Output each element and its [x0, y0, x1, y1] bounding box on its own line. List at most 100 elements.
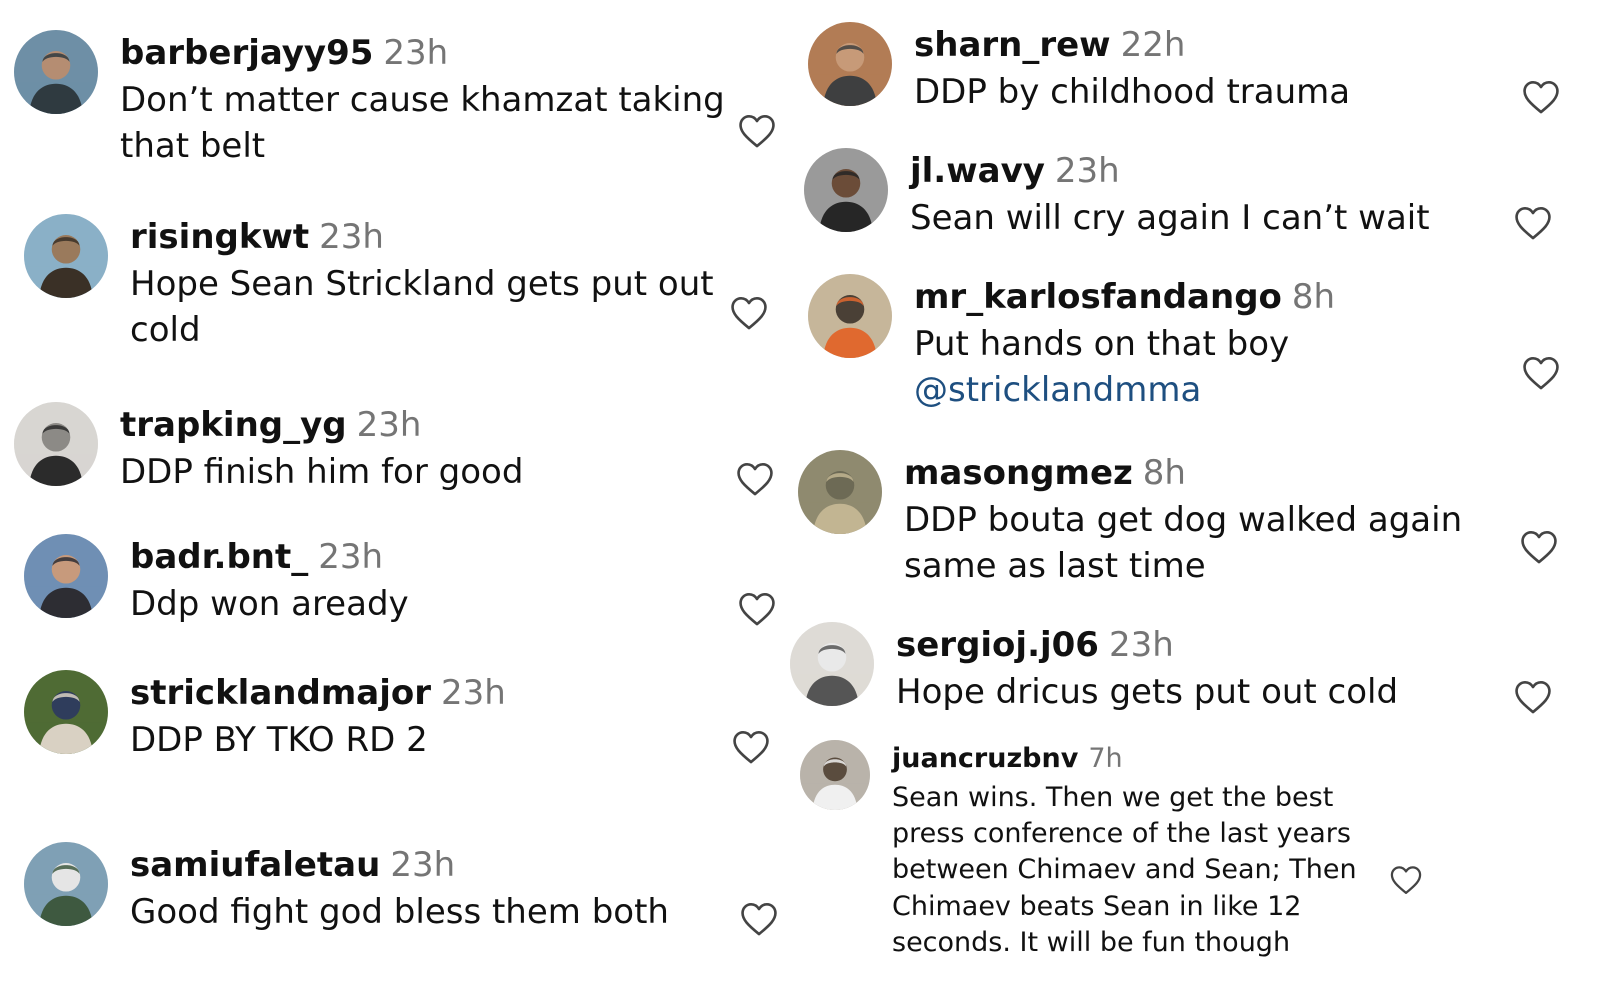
timestamp: 22h — [1120, 25, 1186, 65]
man-city-avatar[interactable] — [24, 534, 108, 618]
comment-header: stricklandmajor 23h — [130, 670, 506, 716]
comment-item: jl.wavy 23h Sean will cry again I can’t wa… — [804, 148, 1430, 242]
comment-item: sergioj.j06 23h Hope dricus gets put out c… — [790, 622, 1398, 716]
username-link[interactable]: jl.wavy — [910, 151, 1045, 191]
man-white-shirt-avatar[interactable] — [800, 740, 870, 810]
heart-outline-icon[interactable] — [1388, 862, 1424, 898]
username-link[interactable]: risingkwt — [130, 217, 309, 257]
comment-body: samiufaletau 23h Good fight god bless them… — [130, 842, 669, 936]
heart-outline-icon[interactable] — [734, 458, 776, 500]
timestamp: 23h — [1108, 625, 1174, 665]
bearded-man-avatar[interactable] — [804, 148, 888, 232]
comment-header: risingkwt 23h — [130, 214, 714, 260]
comment-item: trapking_yg 23h DDP finish him for good — [14, 402, 523, 496]
man-arms-crossed-avatar[interactable] — [808, 22, 892, 106]
username-link[interactable]: sergioj.j06 — [896, 625, 1099, 665]
comment-body: jl.wavy 23h Sean will cry again I can’t wa… — [910, 148, 1430, 242]
comment-text-line: between Chimaev and Sean; Then — [892, 854, 1357, 886]
heart-outline-icon[interactable] — [738, 898, 780, 940]
comment-body: masongmez 8h DDP bouta get dog walked agai… — [904, 450, 1462, 589]
comment-body: sharn_rew 22h DDP by childhood trauma — [914, 22, 1350, 116]
timestamp: 23h — [318, 537, 384, 577]
comment-item: mr_karlosfandango 8h Put hands on that boy… — [808, 274, 1335, 413]
timestamp: 8h — [1142, 453, 1186, 493]
comment-header: sergioj.j06 23h — [896, 622, 1398, 668]
heart-outline-icon[interactable] — [1520, 352, 1562, 394]
comment-text: Sean will cry again I can’t wait — [910, 196, 1430, 242]
heart-outline-icon[interactable] — [1520, 76, 1562, 118]
comment-text-line: Sean will cry again I can’t wait — [910, 198, 1430, 238]
timestamp: 23h — [1054, 151, 1120, 191]
comment-item: samiufaletau 23h Good fight god bless them… — [24, 842, 669, 936]
comment-body: trapking_yg 23h DDP finish him for good — [120, 402, 523, 496]
comment-text-line: Good fight god bless them both — [130, 892, 669, 932]
heart-outline-icon[interactable] — [1512, 676, 1554, 718]
comment-text-line: seconds. It will be fun though — [892, 926, 1291, 958]
comment-text-line: Chimaev beats Sean in like 12 — [892, 890, 1302, 922]
comment-header: trapking_yg 23h — [120, 402, 523, 448]
comment-item: juancruzbnv 7h Sean wins. Then we get the … — [800, 740, 1357, 961]
heart-outline-icon[interactable] — [730, 726, 772, 768]
comment-header: mr_karlosfandango 8h — [914, 274, 1335, 320]
comment-text-line: DDP by childhood trauma — [914, 72, 1351, 112]
comment-text: Sean wins. Then we get the best press con… — [892, 780, 1357, 961]
comment-body: risingkwt 23h Hope Sean Strickland gets pu… — [130, 214, 714, 353]
soldiers-hugging-avatar[interactable] — [798, 450, 882, 534]
comment-header: badr.bnt_ 23h — [130, 534, 409, 580]
man-in-hat-avatar[interactable] — [24, 214, 108, 298]
comment-text-line: DDP bouta get dog walked again — [904, 500, 1463, 540]
mention-link[interactable]: @stricklandmma — [914, 368, 1335, 414]
comment-text-line: Sean wins. Then we get the best — [892, 782, 1334, 813]
comment-text-line: Hope dricus gets put out cold — [896, 672, 1399, 712]
comment-text-line: same as last time — [904, 545, 1206, 586]
comment-header: juancruzbnv 7h — [892, 740, 1357, 778]
comment-text-line: DDP BY TKO RD 2 — [130, 720, 428, 760]
heart-outline-icon[interactable] — [736, 588, 778, 630]
comment-text: DDP bouta get dog walked again same as la… — [904, 498, 1462, 589]
heart-outline-icon[interactable] — [1518, 526, 1560, 568]
comment-item: badr.bnt_ 23h Ddp won aready — [24, 534, 409, 628]
comment-text-line: press conference of the last years — [892, 818, 1351, 850]
comment-text: Hope Sean Strickland gets put out cold — [130, 262, 714, 353]
username-link[interactable]: trapking_yg — [120, 405, 347, 445]
comment-body: barberjayy95 23h Don’t matter cause khamza… — [120, 30, 725, 169]
comment-text-line: Ddp won aready — [130, 584, 409, 624]
couple-outdoor-avatar[interactable] — [24, 670, 108, 754]
comment-header: samiufaletau 23h — [130, 842, 669, 888]
comment-body: stricklandmajor 23h DDP BY TKO RD 2 — [130, 670, 506, 764]
username-link[interactable]: sharn_rew — [914, 25, 1111, 65]
heart-outline-icon[interactable] — [1512, 202, 1554, 244]
username-link[interactable]: mr_karlosfandango — [914, 277, 1282, 317]
comment-header: sharn_rew 22h — [914, 22, 1350, 68]
comment-body: badr.bnt_ 23h Ddp won aready — [130, 534, 409, 628]
username-link[interactable]: badr.bnt_ — [130, 537, 308, 577]
man-standing-avatar[interactable] — [24, 842, 108, 926]
comment-text-line: that belt — [120, 125, 266, 166]
timestamp: 7h — [1088, 743, 1123, 774]
timestamp: 23h — [383, 33, 449, 73]
username-link[interactable]: juancruzbnv — [892, 743, 1078, 774]
heart-outline-icon[interactable] — [736, 110, 778, 152]
username-link[interactable]: stricklandmajor — [130, 673, 431, 713]
comment-text: Put hands on that boy @stricklandmma — [914, 322, 1335, 413]
man-face-avatar[interactable] — [14, 30, 98, 114]
username-link[interactable]: barberjayy95 — [120, 33, 373, 73]
timestamp: 23h — [319, 217, 384, 257]
timestamp: 23h — [390, 845, 456, 885]
comment-text-line: Put hands on that boy — [914, 324, 1290, 364]
comment-item: masongmez 8h DDP bouta get dog walked agai… — [798, 450, 1462, 589]
figure-in-room-avatar[interactable] — [14, 402, 98, 486]
heart-outline-icon[interactable] — [728, 292, 770, 334]
couple-avatar[interactable] — [808, 274, 892, 358]
comment-text-line: cold — [130, 309, 201, 350]
comment-header: barberjayy95 23h — [120, 30, 725, 76]
timestamp: 23h — [356, 405, 422, 445]
man-in-hallway-avatar[interactable] — [790, 622, 874, 706]
comment-text: DDP finish him for good — [120, 450, 523, 496]
comment-item: sharn_rew 22h DDP by childhood trauma — [808, 22, 1350, 116]
comment-text: DDP BY TKO RD 2 — [130, 718, 506, 764]
username-link[interactable]: samiufaletau — [130, 845, 380, 885]
comment-header: masongmez 8h — [904, 450, 1462, 496]
comment-body: juancruzbnv 7h Sean wins. Then we get the … — [892, 740, 1357, 961]
username-link[interactable]: masongmez — [904, 453, 1133, 493]
